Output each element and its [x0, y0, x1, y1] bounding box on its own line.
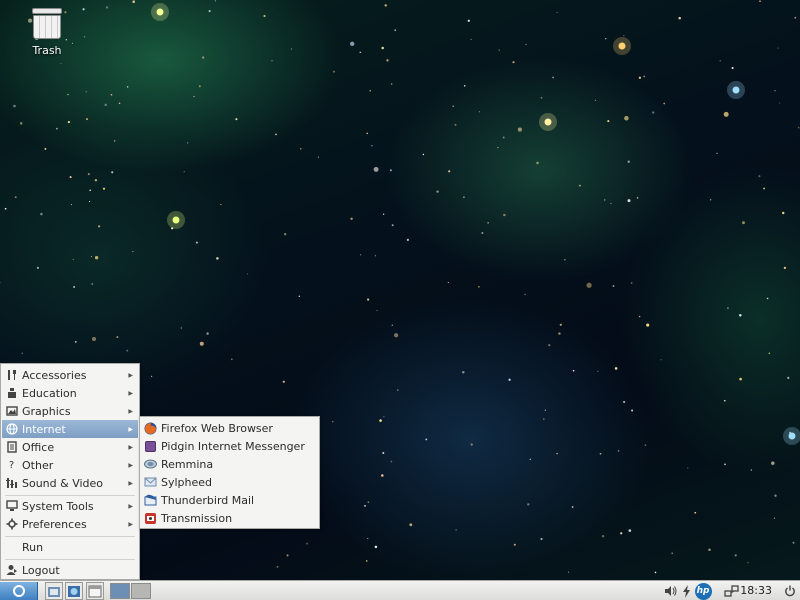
menu-item-sylpheed[interactable]: Sylpheed — [141, 473, 318, 491]
menu-item-other[interactable]: ? Other ▶ — [2, 456, 138, 474]
submenu-arrow-icon: ▶ — [128, 425, 133, 433]
launcher-browser[interactable] — [65, 582, 83, 600]
menu-item-label: Education — [22, 386, 77, 400]
menu-item-sound-video[interactable]: Sound & Video ▶ — [2, 474, 138, 492]
power-icon[interactable] — [782, 583, 798, 599]
menu-item-label: Office — [22, 440, 55, 454]
menu-item-remmina[interactable]: Remmina — [141, 455, 318, 473]
workspace-1[interactable] — [110, 583, 130, 599]
menu-item-label: System Tools — [22, 499, 94, 513]
menu-item-office[interactable]: Office ▶ — [2, 438, 138, 456]
menu-item-pidgin[interactable]: Pidgin Internet Messenger — [141, 437, 318, 455]
office-icon — [5, 441, 18, 454]
network-icon[interactable] — [722, 583, 740, 599]
clock[interactable]: 18:33 — [740, 584, 772, 597]
menu-item-firefox[interactable]: Firefox Web Browser — [141, 419, 318, 437]
menu-item-label: Thunderbird Mail — [161, 493, 255, 507]
launcher-file-manager[interactable] — [45, 582, 63, 600]
menu-item-label: Logout — [22, 563, 60, 577]
menu-item-label: Remmina — [161, 457, 214, 471]
menu-separator — [5, 559, 135, 560]
desktop-icon-trash[interactable]: Trash — [22, 8, 72, 57]
accessories-icon — [5, 369, 18, 382]
submenu-arrow-icon: ▶ — [128, 371, 133, 379]
menu-item-label: Pidgin Internet Messenger — [161, 439, 305, 453]
menu-item-logout[interactable]: Logout — [2, 561, 138, 579]
firefox-icon — [144, 422, 157, 435]
menu-item-label: Sylpheed — [161, 475, 213, 489]
browser-icon — [68, 585, 80, 597]
monitor-icon — [5, 500, 18, 513]
menu-item-label: Preferences — [22, 517, 87, 531]
menu-item-run[interactable]: Run — [2, 538, 138, 556]
submenu-arrow-icon: ▶ — [128, 520, 133, 528]
logout-icon — [5, 564, 18, 577]
pidgin-icon — [144, 440, 157, 453]
menu-separator — [5, 536, 135, 537]
menu-item-transmission[interactable]: Transmission — [141, 509, 318, 527]
remmina-icon — [144, 458, 157, 471]
file-manager-icon — [48, 586, 60, 597]
menu-item-education[interactable]: Education ▶ — [2, 384, 138, 402]
desktop-icon-label: Trash — [32, 44, 62, 57]
menu-item-label: Accessories — [22, 368, 87, 382]
menu-item-preferences[interactable]: Preferences ▶ — [2, 515, 138, 533]
submenu-arrow-icon: ▶ — [128, 443, 133, 451]
menu-item-label: Sound & Video — [22, 476, 104, 490]
submenu-arrow-icon: ▶ — [128, 479, 133, 487]
submenu-arrow-icon: ▶ — [128, 389, 133, 397]
globe-icon — [5, 423, 18, 436]
workspace-2[interactable] — [131, 583, 151, 599]
volume-icon[interactable] — [662, 583, 678, 599]
trash-icon — [32, 8, 62, 40]
submenu-arrow-icon: ▶ — [128, 407, 133, 415]
menu-item-label: Other — [22, 458, 54, 472]
sound-video-icon — [5, 477, 18, 490]
start-menu-button[interactable] — [0, 582, 38, 600]
internet-submenu: Firefox Web Browser Pidgin Internet Mess… — [139, 416, 320, 529]
menu-item-label: Transmission — [161, 511, 233, 525]
menu-item-graphics[interactable]: Graphics ▶ — [2, 402, 138, 420]
taskbar: hp 18:33 — [0, 580, 800, 600]
menu-item-label: Graphics — [22, 404, 71, 418]
application-menu: Accessories ▶ Education ▶ Graphics ▶ Int… — [0, 363, 140, 580]
power-plug-icon[interactable] — [680, 583, 692, 599]
submenu-arrow-icon: ▶ — [128, 502, 133, 510]
submenu-arrow-icon: ▶ — [128, 461, 133, 469]
menu-item-system-tools[interactable]: System Tools ▶ — [2, 497, 138, 515]
launcher-window[interactable] — [86, 582, 104, 600]
question-icon: ? — [8, 459, 15, 471]
menu-item-thunderbird[interactable]: Thunderbird Mail — [141, 491, 318, 509]
gear-icon — [5, 518, 18, 531]
menu-gear-icon — [12, 585, 25, 597]
menu-item-label: Run — [22, 540, 44, 554]
thunderbird-icon — [144, 494, 157, 507]
menu-item-label: Internet — [22, 422, 66, 436]
window-icon — [88, 585, 102, 597]
education-icon — [5, 387, 18, 400]
menu-item-label: Firefox Web Browser — [161, 421, 273, 435]
graphics-icon — [5, 405, 18, 418]
sylpheed-icon — [144, 476, 157, 489]
menu-item-internet[interactable]: Internet ▶ — [2, 420, 138, 438]
menu-item-accessories[interactable]: Accessories ▶ — [2, 366, 138, 384]
hp-icon[interactable]: hp — [693, 582, 713, 600]
transmission-icon — [144, 512, 157, 525]
menu-separator — [5, 495, 135, 496]
